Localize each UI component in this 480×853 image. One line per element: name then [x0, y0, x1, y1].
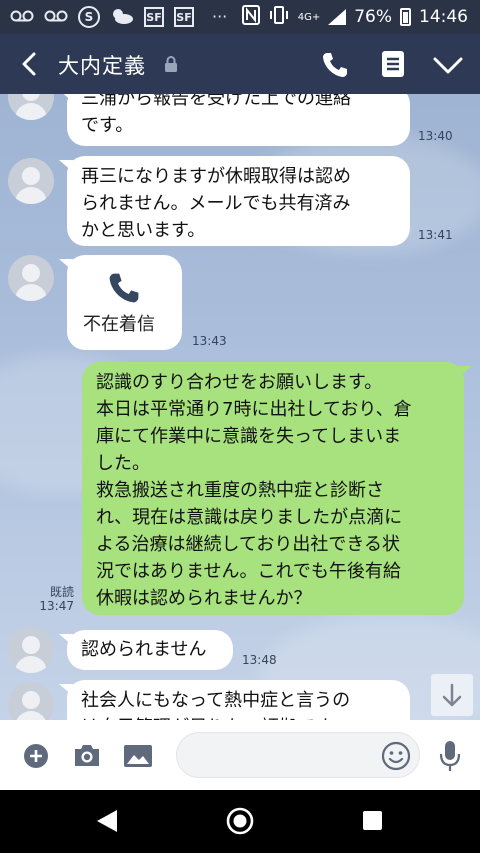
- add-icon[interactable]: [23, 743, 49, 769]
- chevron-down-icon[interactable]: [432, 52, 464, 78]
- message-time: 13:43: [192, 334, 227, 348]
- image-icon[interactable]: [123, 744, 153, 768]
- message-time: 13:48: [242, 653, 277, 667]
- emoji-icon[interactable]: [381, 741, 411, 771]
- status-bar: S SF SF ··· 4G+ 76% 14:46: [0, 0, 480, 34]
- avatar[interactable]: [8, 627, 54, 673]
- phone-call-icon[interactable]: [320, 50, 350, 80]
- back-arrow-icon[interactable]: [16, 50, 44, 78]
- voicemail-icon: [44, 9, 68, 26]
- nav-home-icon[interactable]: [226, 807, 254, 835]
- clock: 14:46: [419, 7, 468, 27]
- skype-icon: S: [78, 6, 100, 28]
- notes-icon[interactable]: [381, 50, 405, 78]
- message-bubble[interactable]: 再三になりますが休暇取得は認め られません。メールでも共有済み かと思います。: [59, 156, 410, 246]
- own-message-bubble[interactable]: 認識のすり合わせをお願いします。 本日は平常通り7時に出社しており、倉 庫にて作…: [82, 362, 472, 615]
- chat-history[interactable]: 三浦から報告を受けた上での連絡 です。 13:40 再三になりますが休暇取得は認…: [0, 94, 480, 720]
- missed-call-bubble[interactable]: 不在着信: [59, 255, 182, 350]
- phone-icon: [109, 273, 139, 303]
- weather-icon: [110, 7, 134, 28]
- chat-title: 大内定義: [58, 54, 146, 78]
- more-notifications-icon: ···: [212, 7, 228, 26]
- voicemail-icon: [10, 9, 34, 26]
- camera-icon[interactable]: [72, 742, 102, 768]
- avatar[interactable]: [8, 682, 54, 720]
- message-bubble[interactable]: 社会人にもなって熱中症と言うの は自己管理が足りない証拠です。: [59, 680, 410, 720]
- nav-recent-apps-icon[interactable]: [362, 810, 383, 831]
- message-bubble[interactable]: 認められません: [59, 630, 233, 670]
- message-time: 13:41: [418, 228, 453, 242]
- scroll-to-bottom-button[interactable]: [431, 674, 473, 716]
- battery-icon: [400, 8, 411, 26]
- message-text: 三浦から報告を受けた上での連絡 です。: [81, 94, 351, 136]
- microphone-icon[interactable]: [439, 740, 461, 772]
- avatar[interactable]: [8, 255, 54, 301]
- read-receipt: 既読: [49, 585, 74, 599]
- avatar[interactable]: [8, 94, 54, 120]
- nfc-icon: [241, 4, 260, 30]
- message-time: 13:40: [418, 129, 453, 143]
- message-text: 社会人にもなって熱中症と言うの は自己管理が足りない証拠です。: [81, 690, 351, 720]
- message-text: 認められません: [81, 639, 207, 660]
- missed-call-label: 不在着信: [83, 314, 155, 335]
- battery-percent: 76%: [354, 7, 392, 27]
- message-text: 認識のすり合わせをお願いします。 本日は平常通り7時に出社しており、倉 庫にて作…: [96, 372, 412, 609]
- lock-icon: [165, 56, 177, 72]
- message-bubble[interactable]: 三浦から報告を受けた上での連絡 です。: [59, 94, 410, 146]
- message-time: 13:47: [39, 599, 74, 613]
- message-text: 再三になりますが休暇取得は認め られません。メールでも共有済み かと思います。: [81, 166, 351, 241]
- signal-icon: [328, 9, 347, 25]
- network-type: 4G+: [297, 11, 321, 23]
- chat-header: 大内定義: [0, 34, 480, 94]
- vibrate-icon: [268, 5, 290, 29]
- sf-icon: SF: [144, 7, 164, 27]
- nav-back-icon[interactable]: [95, 808, 119, 834]
- arrow-down-icon: [442, 683, 462, 707]
- sf-icon: SF: [174, 7, 194, 27]
- avatar[interactable]: [8, 158, 54, 204]
